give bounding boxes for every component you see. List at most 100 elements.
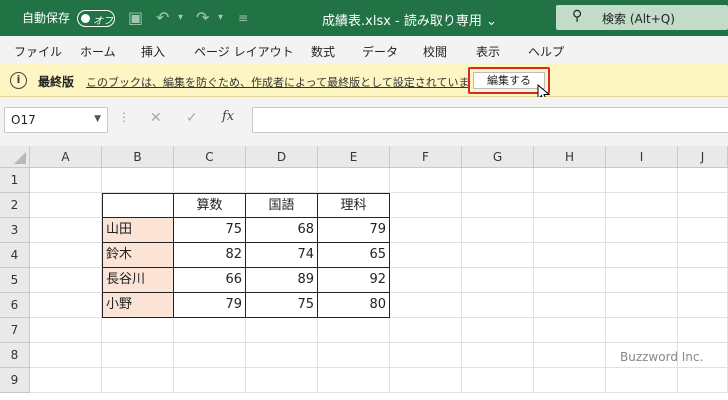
name-box-dropdown-icon[interactable]: ▼ (94, 114, 101, 124)
student-name-cell[interactable]: 鈴木 (102, 242, 174, 268)
empty-cell[interactable] (318, 343, 390, 368)
empty-cell[interactable] (390, 293, 462, 318)
customize-quick-access-icon[interactable]: ≡ (238, 8, 248, 28)
table-header-cell[interactable]: 国語 (245, 193, 318, 218)
empty-cell[interactable] (534, 368, 606, 393)
document-title[interactable]: 成績表.xlsx - 読み取り専用 ⌄ (322, 10, 497, 29)
score-cell[interactable]: 74 (245, 242, 318, 268)
empty-cell[interactable] (462, 168, 534, 193)
redo-icon[interactable]: ↷ (196, 8, 209, 28)
undo-icon[interactable]: ↶ (156, 8, 169, 28)
formula-input[interactable] (252, 107, 728, 133)
empty-cell[interactable] (606, 293, 678, 318)
empty-cell[interactable] (30, 368, 102, 393)
score-cell[interactable]: 68 (245, 217, 318, 243)
empty-cell[interactable] (534, 318, 606, 343)
empty-cell[interactable] (102, 318, 174, 343)
name-box[interactable]: O17 ▼ (4, 107, 108, 133)
empty-cell[interactable] (318, 318, 390, 343)
empty-cell[interactable] (678, 318, 728, 343)
empty-cell[interactable] (678, 168, 728, 193)
empty-cell[interactable] (30, 268, 102, 293)
row-header-3[interactable]: 3 (0, 218, 30, 243)
empty-cell[interactable] (462, 268, 534, 293)
tab-view[interactable]: 表示 (476, 43, 500, 60)
column-header-c[interactable]: C (174, 146, 246, 168)
empty-cell[interactable] (390, 318, 462, 343)
student-name-cell[interactable]: 小野 (102, 292, 174, 318)
row-header-5[interactable]: 5 (0, 268, 30, 293)
tab-formulas[interactable]: 数式 (311, 43, 335, 60)
empty-cell[interactable] (246, 368, 318, 393)
empty-cell[interactable] (390, 243, 462, 268)
empty-cell[interactable] (102, 168, 174, 193)
empty-cell[interactable] (462, 343, 534, 368)
score-cell[interactable]: 80 (317, 292, 390, 318)
empty-cell[interactable] (30, 243, 102, 268)
tab-help[interactable]: ヘルプ (528, 43, 564, 60)
empty-cell[interactable] (30, 343, 102, 368)
empty-cell[interactable] (30, 318, 102, 343)
empty-cell[interactable] (30, 168, 102, 193)
empty-cell[interactable] (606, 368, 678, 393)
empty-cell[interactable] (462, 293, 534, 318)
empty-cell[interactable] (462, 193, 534, 218)
empty-cell[interactable] (678, 218, 728, 243)
formula-bar-grip-icon[interactable]: ⋮ (118, 110, 130, 124)
empty-cell[interactable] (678, 243, 728, 268)
score-cell[interactable]: 75 (245, 292, 318, 318)
empty-cell[interactable] (174, 168, 246, 193)
empty-cell[interactable] (462, 318, 534, 343)
score-cell[interactable]: 65 (317, 242, 390, 268)
empty-cell[interactable] (174, 368, 246, 393)
column-header-a[interactable]: A (30, 146, 102, 168)
row-header-4[interactable]: 4 (0, 243, 30, 268)
tab-file[interactable]: ファイル (14, 43, 62, 60)
autosave-toggle[interactable]: オフ (77, 10, 115, 27)
tab-data[interactable]: データ (362, 43, 398, 60)
infobar-message[interactable]: このブックは、編集を防ぐため、作成者によって最終版として設定されています。 (86, 74, 490, 90)
empty-cell[interactable] (390, 168, 462, 193)
empty-cell[interactable] (534, 168, 606, 193)
empty-cell[interactable] (606, 218, 678, 243)
empty-cell[interactable] (318, 368, 390, 393)
empty-cell[interactable] (174, 343, 246, 368)
empty-cell[interactable] (174, 318, 246, 343)
empty-cell[interactable] (390, 368, 462, 393)
empty-cell[interactable] (102, 343, 174, 368)
empty-cell[interactable] (678, 193, 728, 218)
row-header-9[interactable]: 9 (0, 368, 30, 393)
empty-cell[interactable] (534, 343, 606, 368)
empty-cell[interactable] (462, 218, 534, 243)
empty-cell[interactable] (606, 168, 678, 193)
redo-dropdown-icon[interactable]: ▾ (218, 8, 223, 28)
score-cell[interactable]: 79 (173, 292, 246, 318)
empty-cell[interactable] (102, 368, 174, 393)
row-header-7[interactable]: 7 (0, 318, 30, 343)
empty-cell[interactable] (30, 193, 102, 218)
tab-page-layout[interactable]: ページ レイアウト (194, 43, 294, 60)
empty-cell[interactable] (390, 343, 462, 368)
column-header-b[interactable]: B (102, 146, 174, 168)
score-cell[interactable]: 79 (317, 217, 390, 243)
student-name-cell[interactable]: 山田 (102, 217, 174, 243)
row-header-1[interactable]: 1 (0, 168, 30, 193)
table-header-cell[interactable]: 算数 (173, 193, 246, 218)
empty-cell[interactable] (678, 368, 728, 393)
tab-insert[interactable]: 挿入 (141, 43, 165, 60)
score-cell[interactable]: 66 (173, 267, 246, 293)
empty-cell[interactable] (534, 268, 606, 293)
empty-cell[interactable] (606, 243, 678, 268)
row-header-8[interactable]: 8 (0, 343, 30, 368)
insert-function-icon[interactable]: fx (222, 109, 234, 124)
column-header-h[interactable]: H (534, 146, 606, 168)
empty-cell[interactable] (390, 218, 462, 243)
student-name-cell[interactable]: 長谷川 (102, 267, 174, 293)
column-header-g[interactable]: G (462, 146, 534, 168)
empty-cell[interactable] (318, 168, 390, 193)
search-box[interactable]: ⚲ 検索 (Alt+Q) (556, 5, 728, 30)
select-all-button[interactable] (0, 146, 30, 168)
empty-cell[interactable] (678, 293, 728, 318)
empty-cell[interactable] (534, 193, 606, 218)
column-header-f[interactable]: F (390, 146, 462, 168)
